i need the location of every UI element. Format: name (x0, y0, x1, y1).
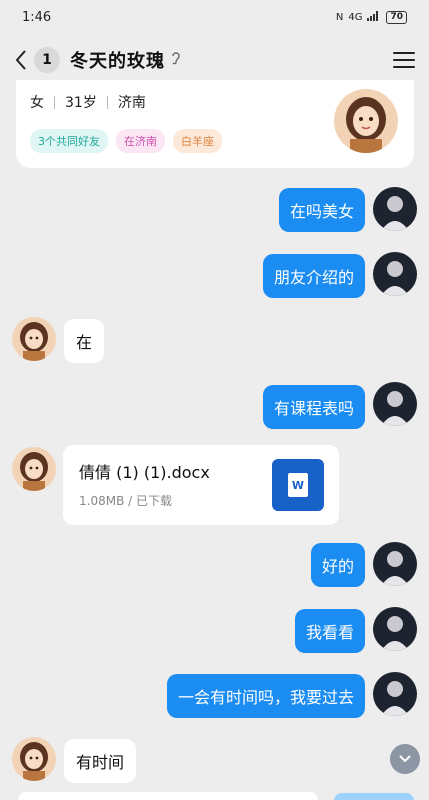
message-row: 我看看 (294, 609, 365, 653)
outgoing-bubble[interactable]: 一会有时间吗，我要过去 (166, 674, 365, 718)
send-button[interactable] (334, 793, 414, 800)
ear-icon (171, 51, 181, 69)
message-row: 朋友介绍的 (262, 254, 365, 298)
my-avatar[interactable] (373, 672, 417, 716)
message-row: 在 (64, 319, 105, 363)
chat-header: 1 冬天的玫瑰 (0, 34, 429, 86)
signal-icon (367, 10, 381, 24)
profile-age: 31岁 (65, 95, 97, 111)
unread-count-badge[interactable]: 1 (34, 47, 60, 73)
message-row: 有课程表吗 (262, 385, 365, 429)
incoming-bubble[interactable]: 在 (64, 319, 105, 363)
message-row: 好的 (310, 543, 365, 587)
profile-gender: 女 (30, 95, 44, 111)
message-row: 有时间 (64, 739, 137, 783)
status-bar: 1:46 N 4G 70 (0, 0, 429, 34)
back-icon[interactable] (14, 45, 32, 75)
outgoing-bubble[interactable]: 朋友介绍的 (262, 254, 365, 298)
outgoing-bubble[interactable]: 我看看 (294, 609, 365, 653)
outgoing-bubble[interactable]: 有课程表吗 (262, 385, 365, 429)
outgoing-bubble[interactable]: 在吗美女 (278, 188, 365, 232)
nfc-icon: N (335, 11, 344, 23)
chat-title: 冬天的玫瑰 (70, 51, 165, 72)
outgoing-bubble[interactable]: 好的 (310, 543, 365, 587)
profile-card[interactable]: 女 31岁 济南 3个共同好友 在济南 白羊座 (16, 80, 414, 168)
my-avatar[interactable] (373, 252, 417, 296)
network-label: 4G (348, 11, 363, 23)
scroll-to-bottom-button[interactable] (390, 744, 420, 774)
status-time: 1:46 (22, 9, 52, 25)
status-icons: N 4G 70 (335, 10, 407, 24)
my-avatar[interactable] (373, 542, 417, 586)
contact-avatar[interactable] (12, 737, 56, 781)
my-avatar[interactable] (373, 607, 417, 651)
chevron-down-icon (399, 755, 411, 763)
tag-mutual-friends: 3个共同好友 (30, 129, 108, 153)
message-input[interactable] (18, 792, 318, 800)
profile-avatar[interactable] (334, 89, 398, 153)
file-message-card[interactable]: 倩倩 (1) (1).docx 1.08MB / 已下载 W (63, 445, 339, 525)
my-avatar[interactable] (373, 187, 417, 231)
message-row: 一会有时间吗，我要过去 (166, 674, 365, 718)
tag-location: 在济南 (116, 129, 165, 153)
profile-city: 济南 (117, 95, 146, 111)
contact-avatar[interactable] (12, 317, 56, 361)
message-row: 在吗美女 (278, 188, 365, 232)
battery-icon: 70 (386, 10, 407, 24)
word-document-icon: W (272, 459, 324, 511)
incoming-bubble[interactable]: 有时间 (64, 739, 137, 783)
menu-icon[interactable] (393, 52, 415, 68)
tag-zodiac: 白羊座 (173, 129, 222, 153)
contact-avatar[interactable] (12, 447, 56, 491)
my-avatar[interactable] (373, 382, 417, 426)
